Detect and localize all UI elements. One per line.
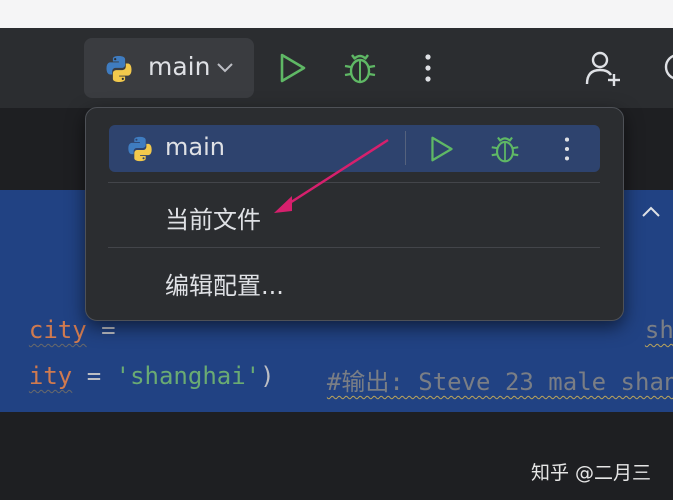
python-icon (126, 135, 154, 167)
more-vert-icon[interactable] (421, 52, 435, 88)
python-icon (104, 54, 134, 88)
chevron-up-icon[interactable] (640, 204, 662, 223)
menu-item-current-file[interactable]: 当前文件 (165, 200, 261, 235)
watermark: 知乎 @二月三 (531, 462, 652, 484)
divider (405, 131, 406, 165)
run-config-selector[interactable]: main (84, 38, 254, 98)
run-icon[interactable] (278, 52, 308, 88)
code-comment: #输出: Steve 23 male shan (326, 368, 673, 396)
run-config-label: main (148, 52, 211, 81)
editor-area (0, 412, 673, 500)
popup-config-label: main (165, 133, 225, 161)
debug-icon[interactable] (343, 50, 377, 90)
code-token-operator: = (72, 362, 116, 390)
code-line-2: ity = 'shanghai') (0, 334, 275, 390)
chevron-down-icon (216, 60, 234, 79)
search-icon[interactable] (662, 52, 673, 90)
menu-item-edit-configurations[interactable]: 编辑配置... (165, 266, 284, 301)
more-vert-icon[interactable] (561, 135, 573, 167)
code-token-string: 'shanghai' (115, 362, 261, 390)
run-config-popup: main 当前文件 编辑配置... (85, 107, 624, 321)
divider (108, 247, 600, 248)
code-token-paren: ) (260, 362, 275, 390)
debug-icon[interactable] (490, 133, 520, 169)
add-user-icon[interactable] (584, 48, 624, 92)
window-top-strip (0, 0, 673, 29)
divider (108, 182, 600, 183)
popup-config-row-main[interactable]: main (109, 125, 600, 172)
code-token-variable: ity (28, 362, 73, 390)
code-line-2-comment: #输出: Steve 23 male shan (298, 334, 673, 397)
run-icon[interactable] (429, 135, 455, 167)
